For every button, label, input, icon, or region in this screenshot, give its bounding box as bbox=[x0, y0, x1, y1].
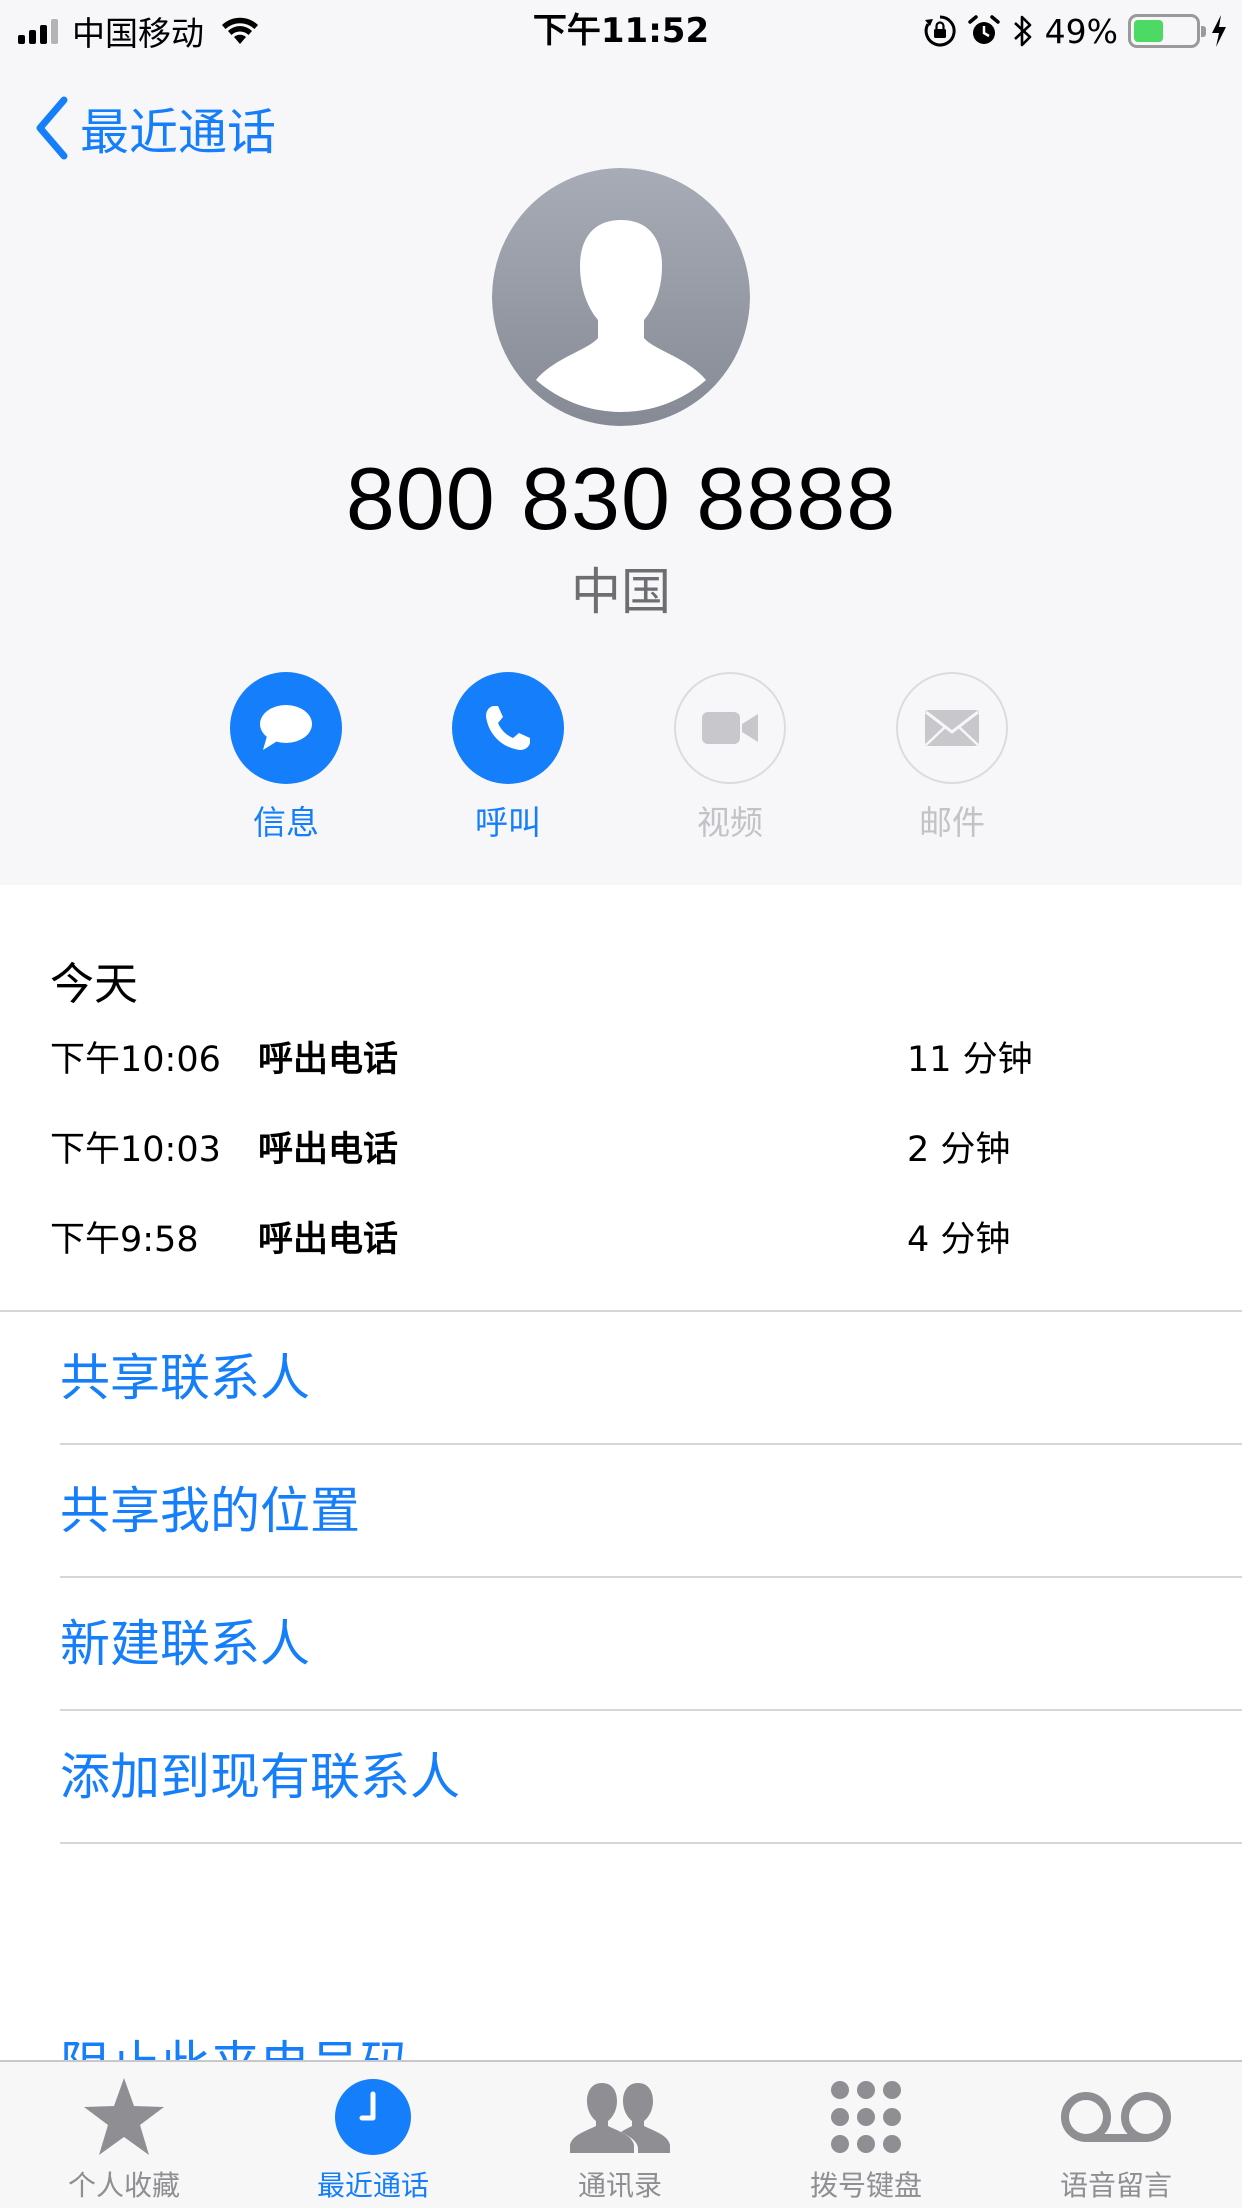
share-contact-button[interactable]: 共享联系人 bbox=[60, 1312, 310, 1444]
message-action-button[interactable]: 信息 bbox=[206, 672, 366, 844]
contacts-icon bbox=[570, 2083, 670, 2153]
message-action-label: 信息 bbox=[253, 803, 319, 842]
tab-favorites-label: 个人收藏 bbox=[67, 2169, 180, 2202]
keypad-icon bbox=[831, 2081, 901, 2153]
chevron-left-icon bbox=[36, 96, 68, 160]
bluetooth-icon bbox=[1013, 15, 1031, 47]
video-action-label: 视频 bbox=[697, 803, 763, 842]
battery-icon bbox=[1128, 14, 1206, 48]
status-right: 49% bbox=[923, 8, 1228, 54]
call-history-date-header: 今天 bbox=[50, 959, 138, 1010]
tab-keypad[interactable]: 拨号键盘 bbox=[766, 2072, 966, 2208]
tab-voicemail[interactable]: 语音留言 bbox=[1016, 2072, 1216, 2208]
battery-percent: 49% bbox=[1044, 11, 1118, 51]
video-action-button[interactable]: 视频 bbox=[650, 672, 810, 844]
call-action-button[interactable]: 呼叫 bbox=[428, 672, 588, 844]
tab-keypad-label: 拨号键盘 bbox=[809, 2169, 922, 2202]
call-type: 呼出电话 bbox=[258, 1129, 399, 1170]
call-duration: 11 分钟 bbox=[907, 1039, 1033, 1080]
tab-recents-label: 最近通话 bbox=[316, 2169, 429, 2202]
call-action-label: 呼叫 bbox=[475, 803, 541, 842]
mail-action-label: 邮件 bbox=[919, 803, 985, 842]
voicemail-icon bbox=[1061, 2092, 1171, 2142]
person-silhouette-icon bbox=[492, 168, 750, 426]
call-duration: 2 分钟 bbox=[907, 1129, 1011, 1170]
phone-icon bbox=[486, 706, 530, 750]
share-my-location-button[interactable]: 共享我的位置 bbox=[60, 1445, 360, 1577]
contact-location: 中国 bbox=[571, 563, 671, 621]
message-icon bbox=[260, 705, 312, 750]
mail-action-circle bbox=[896, 672, 1008, 784]
contact-phone-number: 800 830 8888 bbox=[345, 449, 897, 548]
mail-action-button[interactable]: 邮件 bbox=[872, 672, 1032, 844]
charging-bolt-icon bbox=[1212, 15, 1226, 47]
tab-favorites[interactable]: 个人收藏 bbox=[24, 2072, 224, 2208]
tab-contacts-label: 通讯录 bbox=[577, 2169, 662, 2202]
call-duration: 4 分钟 bbox=[907, 1219, 1011, 1260]
alarm-icon bbox=[967, 15, 1000, 44]
contact-actions: 信息 呼叫 视频 邮件 bbox=[0, 672, 1242, 852]
tab-bar: 个人收藏 最近通话 通讯录 拨号键盘 语音留言 bbox=[0, 2060, 1242, 2208]
call-action-circle bbox=[452, 672, 564, 784]
tab-voicemail-label: 语音留言 bbox=[1059, 2169, 1172, 2202]
clock-icon bbox=[335, 2079, 411, 2155]
back-button[interactable]: 最近通话 bbox=[34, 92, 276, 164]
video-action-circle bbox=[674, 672, 786, 784]
call-time: 下午10:03 bbox=[50, 1129, 221, 1170]
tab-contacts[interactable]: 通讯录 bbox=[520, 2072, 720, 2208]
call-history-row: 下午9:58 呼出电话 4 分钟 bbox=[0, 1206, 1242, 1266]
back-button-label: 最近通话 bbox=[80, 103, 277, 161]
tab-recents[interactable]: 最近通话 bbox=[273, 2072, 473, 2208]
call-type: 呼出电话 bbox=[258, 1039, 399, 1080]
call-type: 呼出电话 bbox=[258, 1219, 399, 1260]
mail-icon bbox=[925, 710, 979, 746]
battery-level-fill bbox=[1134, 20, 1164, 42]
add-to-existing-contact-button[interactable]: 添加到现有联系人 bbox=[60, 1711, 460, 1843]
option-divider bbox=[60, 1842, 1242, 1844]
call-time: 下午9:58 bbox=[50, 1219, 199, 1260]
video-icon bbox=[702, 712, 758, 744]
call-history-row: 下午10:03 呼出电话 2 分钟 bbox=[0, 1116, 1242, 1176]
call-time: 下午10:06 bbox=[50, 1039, 221, 1080]
contact-avatar bbox=[492, 168, 750, 426]
status-bar: 中国移动 下午11:52 49% bbox=[0, 0, 1242, 62]
star-icon bbox=[84, 2078, 164, 2155]
orientation-lock-icon bbox=[924, 15, 956, 47]
message-action-circle bbox=[230, 672, 342, 784]
call-history-row: 下午10:06 呼出电话 11 分钟 bbox=[0, 1026, 1242, 1086]
create-new-contact-button[interactable]: 新建联系人 bbox=[60, 1578, 310, 1710]
